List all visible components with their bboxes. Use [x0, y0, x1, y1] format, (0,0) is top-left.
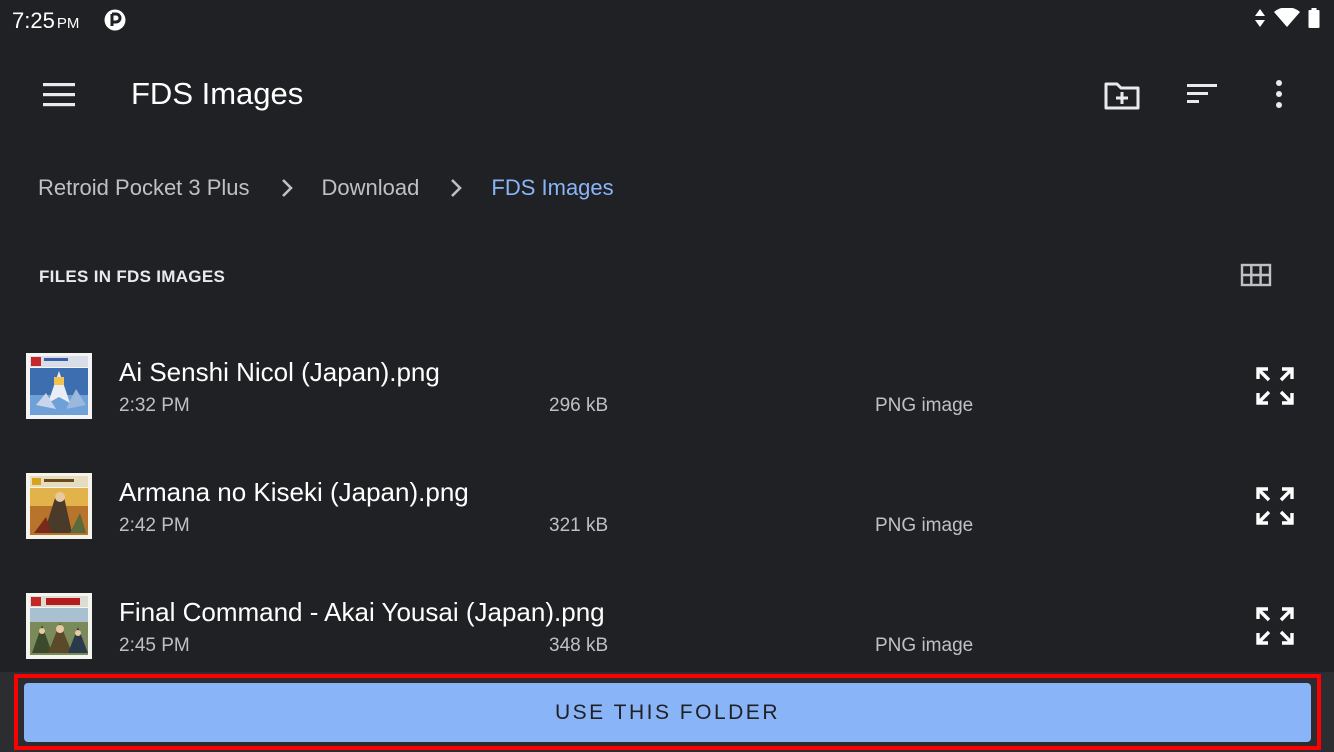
- retroid-launcher-icon: [104, 9, 126, 31]
- breadcrumb-item-root[interactable]: Retroid Pocket 3 Plus: [38, 175, 250, 201]
- menu-icon[interactable]: [40, 80, 78, 110]
- file-thumbnail: [26, 593, 92, 659]
- status-time-ampm: PM: [56, 15, 80, 32]
- file-type: PNG image: [875, 635, 974, 656]
- breadcrumb-item-download[interactable]: Download: [322, 175, 420, 201]
- file-time: 2:45 PM: [119, 635, 190, 656]
- file-picker-screen: 7:25 PM FDS Images Retroid Pocket 3 Plus…: [0, 0, 1334, 752]
- status-icons: [1254, 8, 1320, 28]
- file-thumbnail: [26, 353, 92, 419]
- file-name: Ai Senshi Nicol (Japan).png: [119, 357, 440, 387]
- file-time: 2:32 PM: [119, 395, 190, 416]
- app-bar: FDS Images: [0, 50, 1334, 140]
- fullscreen-icon[interactable]: [1254, 605, 1296, 647]
- file-size: 296 kB: [549, 395, 609, 416]
- more-vert-icon[interactable]: [1264, 76, 1294, 112]
- list-item[interactable]: Armana no Kiseki (Japan).png 2:42 PM 321…: [0, 473, 1334, 573]
- sort-icon[interactable]: [1182, 78, 1222, 110]
- status-bar: 7:25 PM: [0, 0, 1334, 40]
- status-time-value: 7:25: [12, 8, 55, 33]
- fullscreen-icon[interactable]: [1254, 365, 1296, 407]
- grid-view-icon[interactable]: [1240, 262, 1272, 288]
- file-name: Armana no Kiseki (Japan).png: [119, 477, 469, 507]
- file-time: 2:42 PM: [119, 515, 190, 536]
- chevron-right-icon: [281, 179, 293, 197]
- list-item[interactable]: Ai Senshi Nicol (Japan).png 2:32 PM 296 …: [0, 353, 1334, 453]
- file-name: Final Command - Akai Yousai (Japan).png: [119, 597, 605, 627]
- wifi-icon: [1274, 8, 1300, 27]
- breadcrumb-item-current[interactable]: FDS Images: [491, 175, 613, 201]
- page-title: FDS Images: [131, 76, 304, 111]
- section-title: FILES IN FDS IMAGES: [39, 267, 226, 286]
- file-type: PNG image: [875, 515, 974, 536]
- breadcrumb: Retroid Pocket 3 Plus Download FDS Image…: [38, 170, 614, 206]
- file-size: 348 kB: [549, 635, 609, 656]
- file-thumbnail: [26, 473, 92, 539]
- data-transfer-icon: [1255, 9, 1265, 27]
- file-type: PNG image: [875, 395, 974, 416]
- new-folder-icon[interactable]: [1102, 76, 1142, 112]
- battery-icon: [1308, 8, 1320, 28]
- status-time: 7:25 PM: [12, 8, 79, 34]
- file-size: 321 kB: [549, 515, 609, 536]
- fullscreen-icon[interactable]: [1254, 485, 1296, 527]
- chevron-right-icon: [451, 179, 463, 197]
- use-this-folder-button[interactable]: USE THIS FOLDER: [24, 683, 1311, 742]
